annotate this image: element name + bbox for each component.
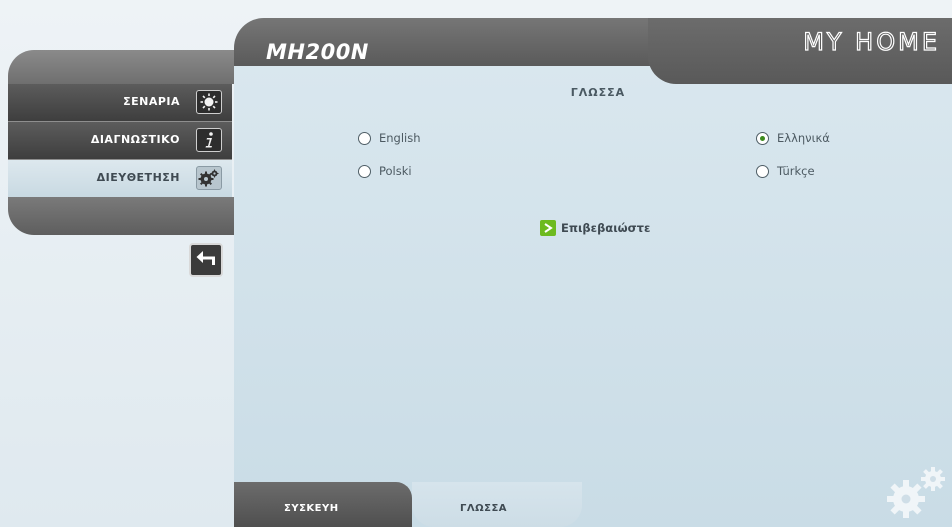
sidebar-item-scenarios[interactable]: ΣΕΝΑΡΙΑ xyxy=(8,84,232,122)
tab-device[interactable]: ΣΥΣΚΕΥΗ xyxy=(234,482,412,527)
main-panel: MH200N MY HOME ΓΛΩΣΣΑ English Polski Ελλ… xyxy=(234,18,952,527)
info-icon xyxy=(196,128,222,152)
sidebar-item-settings[interactable]: ΔΙΕΥΘΕΤΗΣΗ xyxy=(8,160,232,198)
scenarios-sun-icon xyxy=(196,90,222,114)
brand-tab: MY HOME xyxy=(648,18,952,84)
tab-label: ΣΥΣΚΕΥΗ xyxy=(284,503,339,514)
tab-label: ΓΛΩΣΣΑ xyxy=(460,503,508,514)
chevron-right-icon xyxy=(540,220,556,236)
radio-button-checked[interactable] xyxy=(756,131,769,145)
sidebar-item-diagnostics[interactable]: ΔΙΑΓΝΩΣΤΙΚΟ xyxy=(8,122,232,160)
back-button[interactable] xyxy=(189,243,223,277)
sidebar-item-label: ΔΙΑΓΝΩΣΤΙΚΟ xyxy=(90,133,180,146)
sidebar-top-cap xyxy=(8,50,240,84)
sidebar-item-label: ΔΙΕΥΘΕΤΗΣΗ xyxy=(96,171,180,184)
sidebar-item-label: ΣΕΝΑΡΙΑ xyxy=(123,95,180,108)
language-label: Türkçe xyxy=(777,164,815,178)
tab-language[interactable]: ΓΛΩΣΣΑ xyxy=(412,482,582,527)
language-option-greek[interactable]: Ελληνικά xyxy=(756,131,830,145)
sidebar-bottom-cap xyxy=(8,197,240,235)
radio-button[interactable] xyxy=(358,131,371,145)
back-arrow-icon xyxy=(195,249,217,271)
language-option-english[interactable]: English xyxy=(358,131,421,145)
language-label: Polski xyxy=(379,164,412,178)
device-title: MH200N xyxy=(266,40,369,64)
gears-icon xyxy=(196,166,222,190)
language-label: Ελληνικά xyxy=(777,131,830,145)
confirm-button[interactable]: Επιβεβαιώστε xyxy=(540,220,650,236)
language-option-polski[interactable]: Polski xyxy=(358,164,412,178)
page-title: ΓΛΩΣΣΑ xyxy=(570,86,626,99)
language-label: English xyxy=(379,131,421,145)
language-option-turkish[interactable]: Türkçe xyxy=(756,164,815,178)
gears-decoration-icon xyxy=(882,463,950,523)
radio-button[interactable] xyxy=(756,164,769,178)
radio-button[interactable] xyxy=(358,164,371,178)
confirm-label: Επιβεβαιώστε xyxy=(561,221,651,235)
brand-logo: MY HOME xyxy=(803,27,940,56)
